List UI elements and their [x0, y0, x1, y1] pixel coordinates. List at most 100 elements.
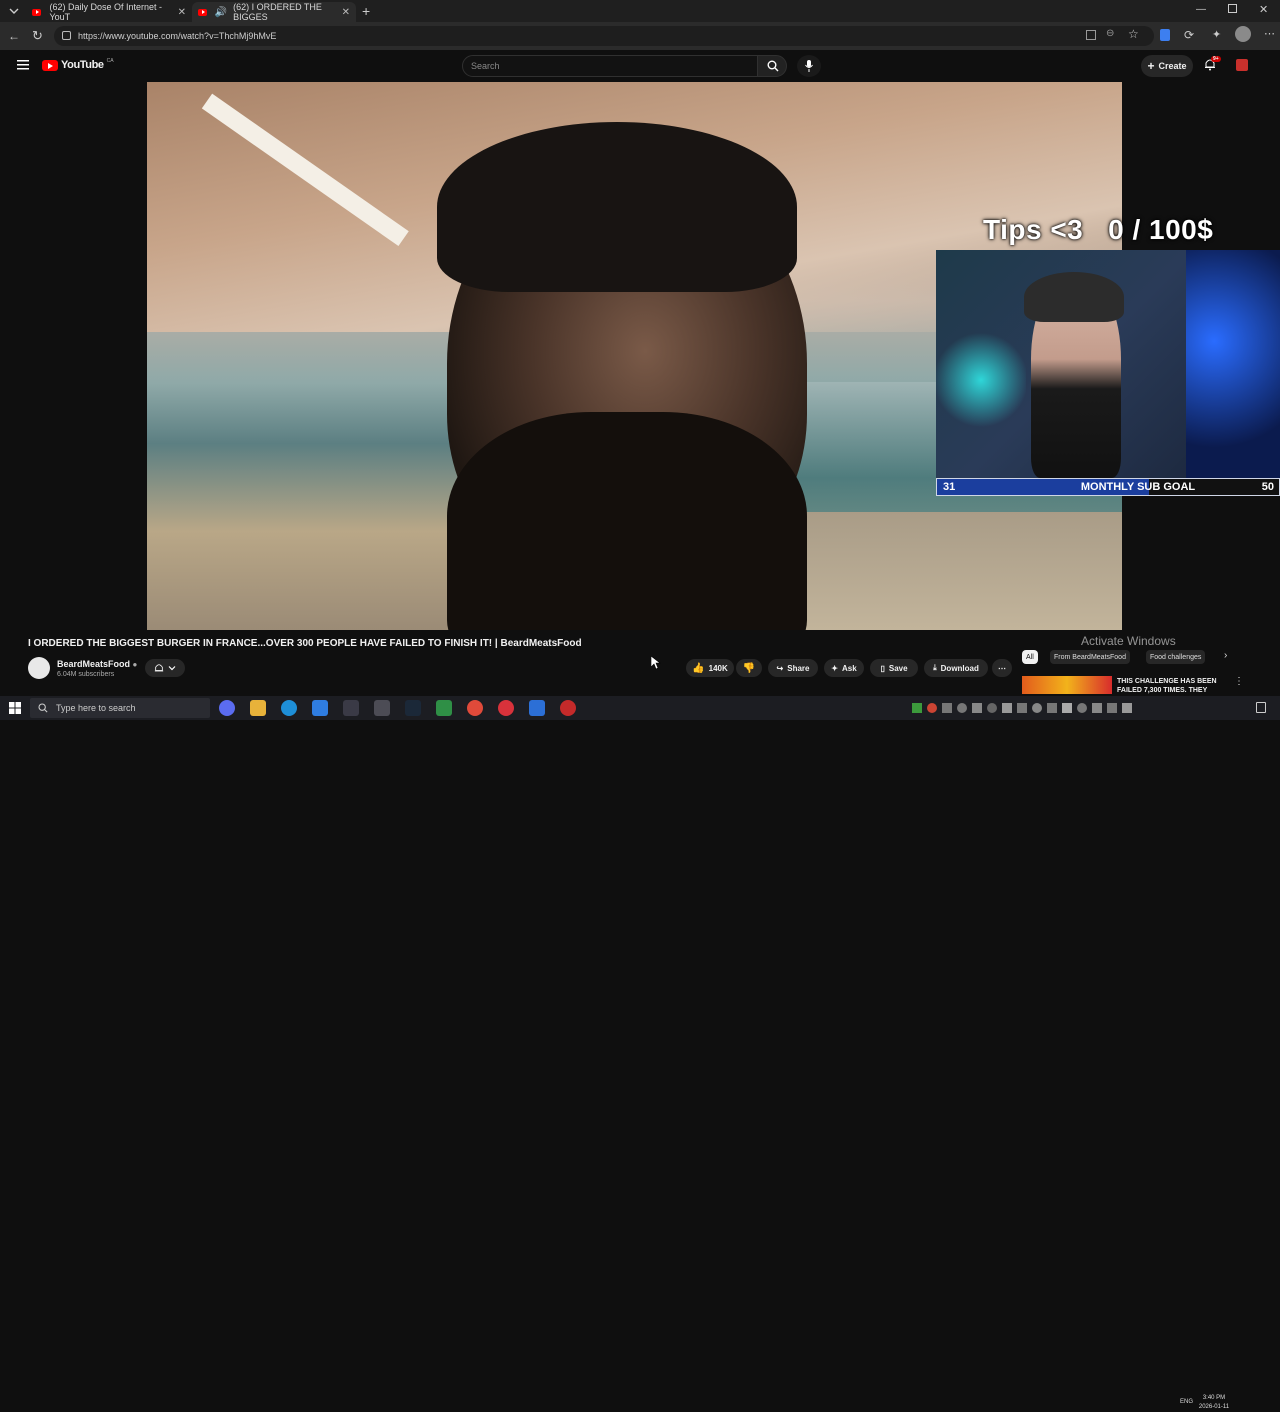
- voice-search-button[interactable]: [797, 55, 821, 77]
- youtube-header: YouTube CA Search + Create 9+: [0, 50, 1280, 82]
- recording-app-icon[interactable]: [560, 700, 576, 716]
- more-horizontal-icon: ⋯: [998, 663, 1006, 673]
- copilot-icon[interactable]: [219, 700, 235, 716]
- subscribe-notifications-button[interactable]: [145, 659, 185, 677]
- channel-avatar[interactable]: [28, 657, 50, 679]
- streamer-webcam: [936, 250, 1280, 478]
- notification-center-icon[interactable]: [1256, 702, 1266, 713]
- tray-icon-5[interactable]: [1002, 703, 1012, 713]
- create-button[interactable]: + Create: [1141, 55, 1193, 77]
- site-info-icon[interactable]: [62, 31, 71, 40]
- refresh-icon[interactable]: ↻: [32, 28, 43, 44]
- mouse-cursor-icon: [651, 656, 661, 670]
- account-avatar[interactable]: [1236, 59, 1248, 71]
- settings-gear-icon[interactable]: [374, 700, 390, 716]
- subscriber-count: 6.04M subscribers: [57, 671, 115, 678]
- steam-icon[interactable]: [405, 700, 421, 716]
- zoom-icon[interactable]: ⊖: [1106, 28, 1114, 39]
- youtube-logo[interactable]: YouTube CA: [42, 58, 114, 71]
- dislike-button[interactable]: 👎: [736, 659, 762, 677]
- youtube-favicon-icon: [32, 8, 42, 16]
- related-video-thumbnail[interactable]: [1022, 676, 1112, 694]
- reading-view-icon[interactable]: [1086, 30, 1096, 40]
- webcam-blue-wall: [1186, 250, 1280, 478]
- tray-icon-nvidia[interactable]: [912, 703, 922, 713]
- back-icon[interactable]: ←: [8, 29, 20, 43]
- tray-icon-1[interactable]: [942, 703, 952, 713]
- tray-icon-red[interactable]: [927, 703, 937, 713]
- tab-current-video[interactable]: 🔊 (62) I ORDERED THE BIGGES ✕: [192, 2, 356, 22]
- url-text: https://www.youtube.com/watch?v=ThchMj9h…: [78, 31, 277, 41]
- favorite-star-icon[interactable]: ☆: [1128, 27, 1139, 41]
- tray-icon-10[interactable]: [1077, 703, 1087, 713]
- app-icon-dark[interactable]: [343, 700, 359, 716]
- refresh-extension-icon[interactable]: ⟳: [1184, 28, 1194, 42]
- tab-list-chevron-icon[interactable]: [8, 5, 20, 17]
- restore-icon[interactable]: [1228, 4, 1237, 13]
- tray-icon-6[interactable]: [1017, 703, 1027, 713]
- edge-browser-icon[interactable]: [281, 700, 297, 716]
- browser-menu-icon[interactable]: ⋯: [1264, 27, 1275, 40]
- app-icon-green[interactable]: [436, 700, 452, 716]
- tray-icon-2[interactable]: [957, 703, 967, 713]
- thumbs-up-icon: 👍: [692, 662, 705, 674]
- sub-goal-bar: 31 MONTHLY SUB GOAL 50: [936, 478, 1280, 496]
- windows-start-icon[interactable]: [9, 702, 21, 714]
- search-input[interactable]: Search: [462, 55, 758, 77]
- close-window-icon[interactable]: ✕: [1259, 3, 1268, 16]
- tab-title: (62) I ORDERED THE BIGGES: [233, 2, 322, 22]
- hamburger-menu-icon[interactable]: [17, 60, 29, 70]
- create-label: Create: [1158, 61, 1187, 71]
- profile-avatar[interactable]: [1235, 26, 1251, 42]
- search-icon: [38, 703, 48, 713]
- language-indicator[interactable]: ENG: [1180, 1399, 1193, 1405]
- chip-all[interactable]: All: [1022, 650, 1038, 664]
- app-icon-red[interactable]: [498, 700, 514, 716]
- video-title: I ORDERED THE BIGGEST BURGER IN FRANCE..…: [28, 638, 582, 649]
- youtube-logo-text: YouTube: [61, 59, 104, 71]
- chip-food-challenges[interactable]: Food challenges: [1146, 650, 1206, 664]
- tab-title: (62) Daily Dose Of Internet - YouT: [49, 2, 162, 22]
- tray-icon-3[interactable]: [972, 703, 982, 713]
- subgoal-max: 50: [1261, 481, 1274, 493]
- download-icon: ⤓: [933, 663, 937, 672]
- tray-icon-4[interactable]: [987, 703, 997, 713]
- tray-icon-9[interactable]: [1062, 703, 1072, 713]
- volume-icon[interactable]: [1122, 703, 1132, 713]
- chrome-icon[interactable]: [467, 700, 483, 716]
- extensions-puzzle-icon[interactable]: ✦: [1212, 28, 1221, 41]
- tray-icon-11[interactable]: [1092, 703, 1102, 713]
- minimize-icon[interactable]: —: [1196, 4, 1206, 15]
- taskbar-search-input[interactable]: Type here to search: [30, 698, 210, 718]
- search-button[interactable]: [757, 55, 787, 77]
- chip-from-channel[interactable]: From BeardMeatsFood: [1050, 650, 1130, 664]
- chips-next-icon[interactable]: ›: [1224, 650, 1227, 661]
- clock-date: 2026-01-11: [1198, 1404, 1230, 1410]
- taskbar-clock[interactable]: 3:40 PM 2026-01-11: [1196, 1394, 1232, 1412]
- youtube-favicon-icon: [198, 8, 207, 16]
- tray-icon-8[interactable]: [1047, 703, 1057, 713]
- like-count: 140K: [708, 663, 728, 673]
- related-more-icon[interactable]: ⋮: [1234, 676, 1244, 687]
- speaker-icon[interactable]: 🔊: [215, 7, 227, 18]
- tray-icon-12[interactable]: [1107, 703, 1117, 713]
- save-button[interactable]: ▯ Save: [870, 659, 918, 677]
- download-button[interactable]: ⤓ Download: [924, 659, 988, 677]
- file-explorer-icon[interactable]: [250, 700, 266, 716]
- extension-icon[interactable]: [1160, 29, 1170, 41]
- activate-windows-watermark: Activate Windows: [1081, 634, 1176, 648]
- new-tab-icon[interactable]: +: [362, 3, 370, 19]
- url-field[interactable]: https://www.youtube.com/watch?v=ThchMj9h…: [54, 26, 1154, 46]
- like-button[interactable]: 👍 140K: [686, 659, 734, 677]
- channel-name[interactable]: BeardMeatsFood ●: [57, 659, 137, 669]
- ask-button[interactable]: ✦ Ask: [824, 659, 864, 677]
- tab-daily-dose[interactable]: (62) Daily Dose Of Internet - YouT ✕: [26, 2, 192, 22]
- related-video-title[interactable]: THIS CHALLENGE HAS BEEN FAILED 7,300 TIM…: [1117, 677, 1227, 695]
- more-actions-button[interactable]: ⋯: [992, 659, 1012, 677]
- app-icon-blue-2[interactable]: [529, 700, 545, 716]
- close-tab-icon[interactable]: ✕: [178, 7, 186, 18]
- close-tab-icon[interactable]: ✕: [342, 7, 350, 18]
- app-icon-blue[interactable]: [312, 700, 328, 716]
- tray-icon-7[interactable]: [1032, 703, 1042, 713]
- share-button[interactable]: ↪ Share: [768, 659, 818, 677]
